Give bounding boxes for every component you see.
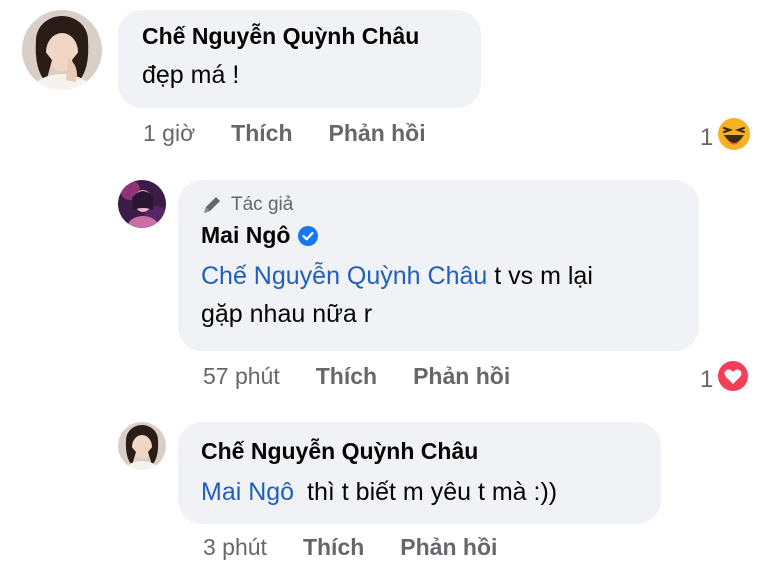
comment-text-body: thì t biết m yêu t mà :)) <box>307 478 558 506</box>
comment-author[interactable]: Chế Nguyễn Quỳnh Châu <box>142 23 457 50</box>
like-button[interactable]: Thích <box>231 120 292 147</box>
reply-button[interactable]: Phản hồi <box>400 534 497 561</box>
comment-text-line1: t vs m lại <box>494 262 593 290</box>
reaction-summary[interactable]: 1 <box>700 117 751 158</box>
avatar[interactable] <box>22 10 102 90</box>
comment-text: Chế Nguyễn Quỳnh Châu t vs m lại gặp nha… <box>201 257 676 333</box>
like-button[interactable]: Thích <box>316 363 377 390</box>
verified-badge-icon <box>298 225 319 246</box>
author-badge: Tác giả <box>201 194 676 216</box>
comment-author[interactable]: Mai Ngô <box>201 222 290 249</box>
haha-emoji-icon <box>717 117 751 158</box>
mention-link[interactable]: Chế Nguyễn Quỳnh Châu <box>201 262 487 290</box>
like-button[interactable]: Thích <box>303 534 364 561</box>
reaction-count: 1 <box>700 123 714 151</box>
avatar[interactable] <box>118 422 166 470</box>
comment-text: đẹp má ! <box>142 61 240 89</box>
comment-text: Mai Ngô thì t biết m yêu t mà :)) <box>201 473 638 511</box>
mention-link[interactable]: Mai Ngô <box>201 478 294 506</box>
comment-actions: 1 giờ Thích Phản hồi <box>143 120 426 147</box>
comment-time[interactable]: 57 phút <box>203 363 280 390</box>
author-badge-label: Tác giả <box>231 194 294 215</box>
reaction-summary[interactable]: 1 <box>700 360 749 399</box>
pencil-icon <box>201 194 223 216</box>
comment-bubble: Chế Nguyễn Quỳnh Châu đẹp má ! <box>118 10 481 108</box>
comment-time[interactable]: 3 phút <box>203 534 267 561</box>
comment-actions: 3 phút Thích Phản hồi <box>203 534 497 561</box>
comment-time[interactable]: 1 giờ <box>143 120 195 147</box>
avatar[interactable] <box>118 180 166 228</box>
comment-author[interactable]: Chế Nguyễn Quỳnh Châu <box>201 438 638 465</box>
reaction-count: 1 <box>700 365 714 393</box>
comment-text-line2: gặp nhau nữa r <box>201 300 373 328</box>
reply-button[interactable]: Phản hồi <box>413 363 510 390</box>
reply-button[interactable]: Phản hồi <box>329 120 426 147</box>
comment-bubble: Chế Nguyễn Quỳnh Châu Mai Ngô thì t biết… <box>178 422 661 524</box>
comment-bubble: Tác giả Mai Ngô Chế Nguyễn Quỳnh Châu t … <box>178 180 699 351</box>
love-heart-icon <box>717 360 749 399</box>
comment-actions: 57 phút Thích Phản hồi <box>203 363 510 390</box>
